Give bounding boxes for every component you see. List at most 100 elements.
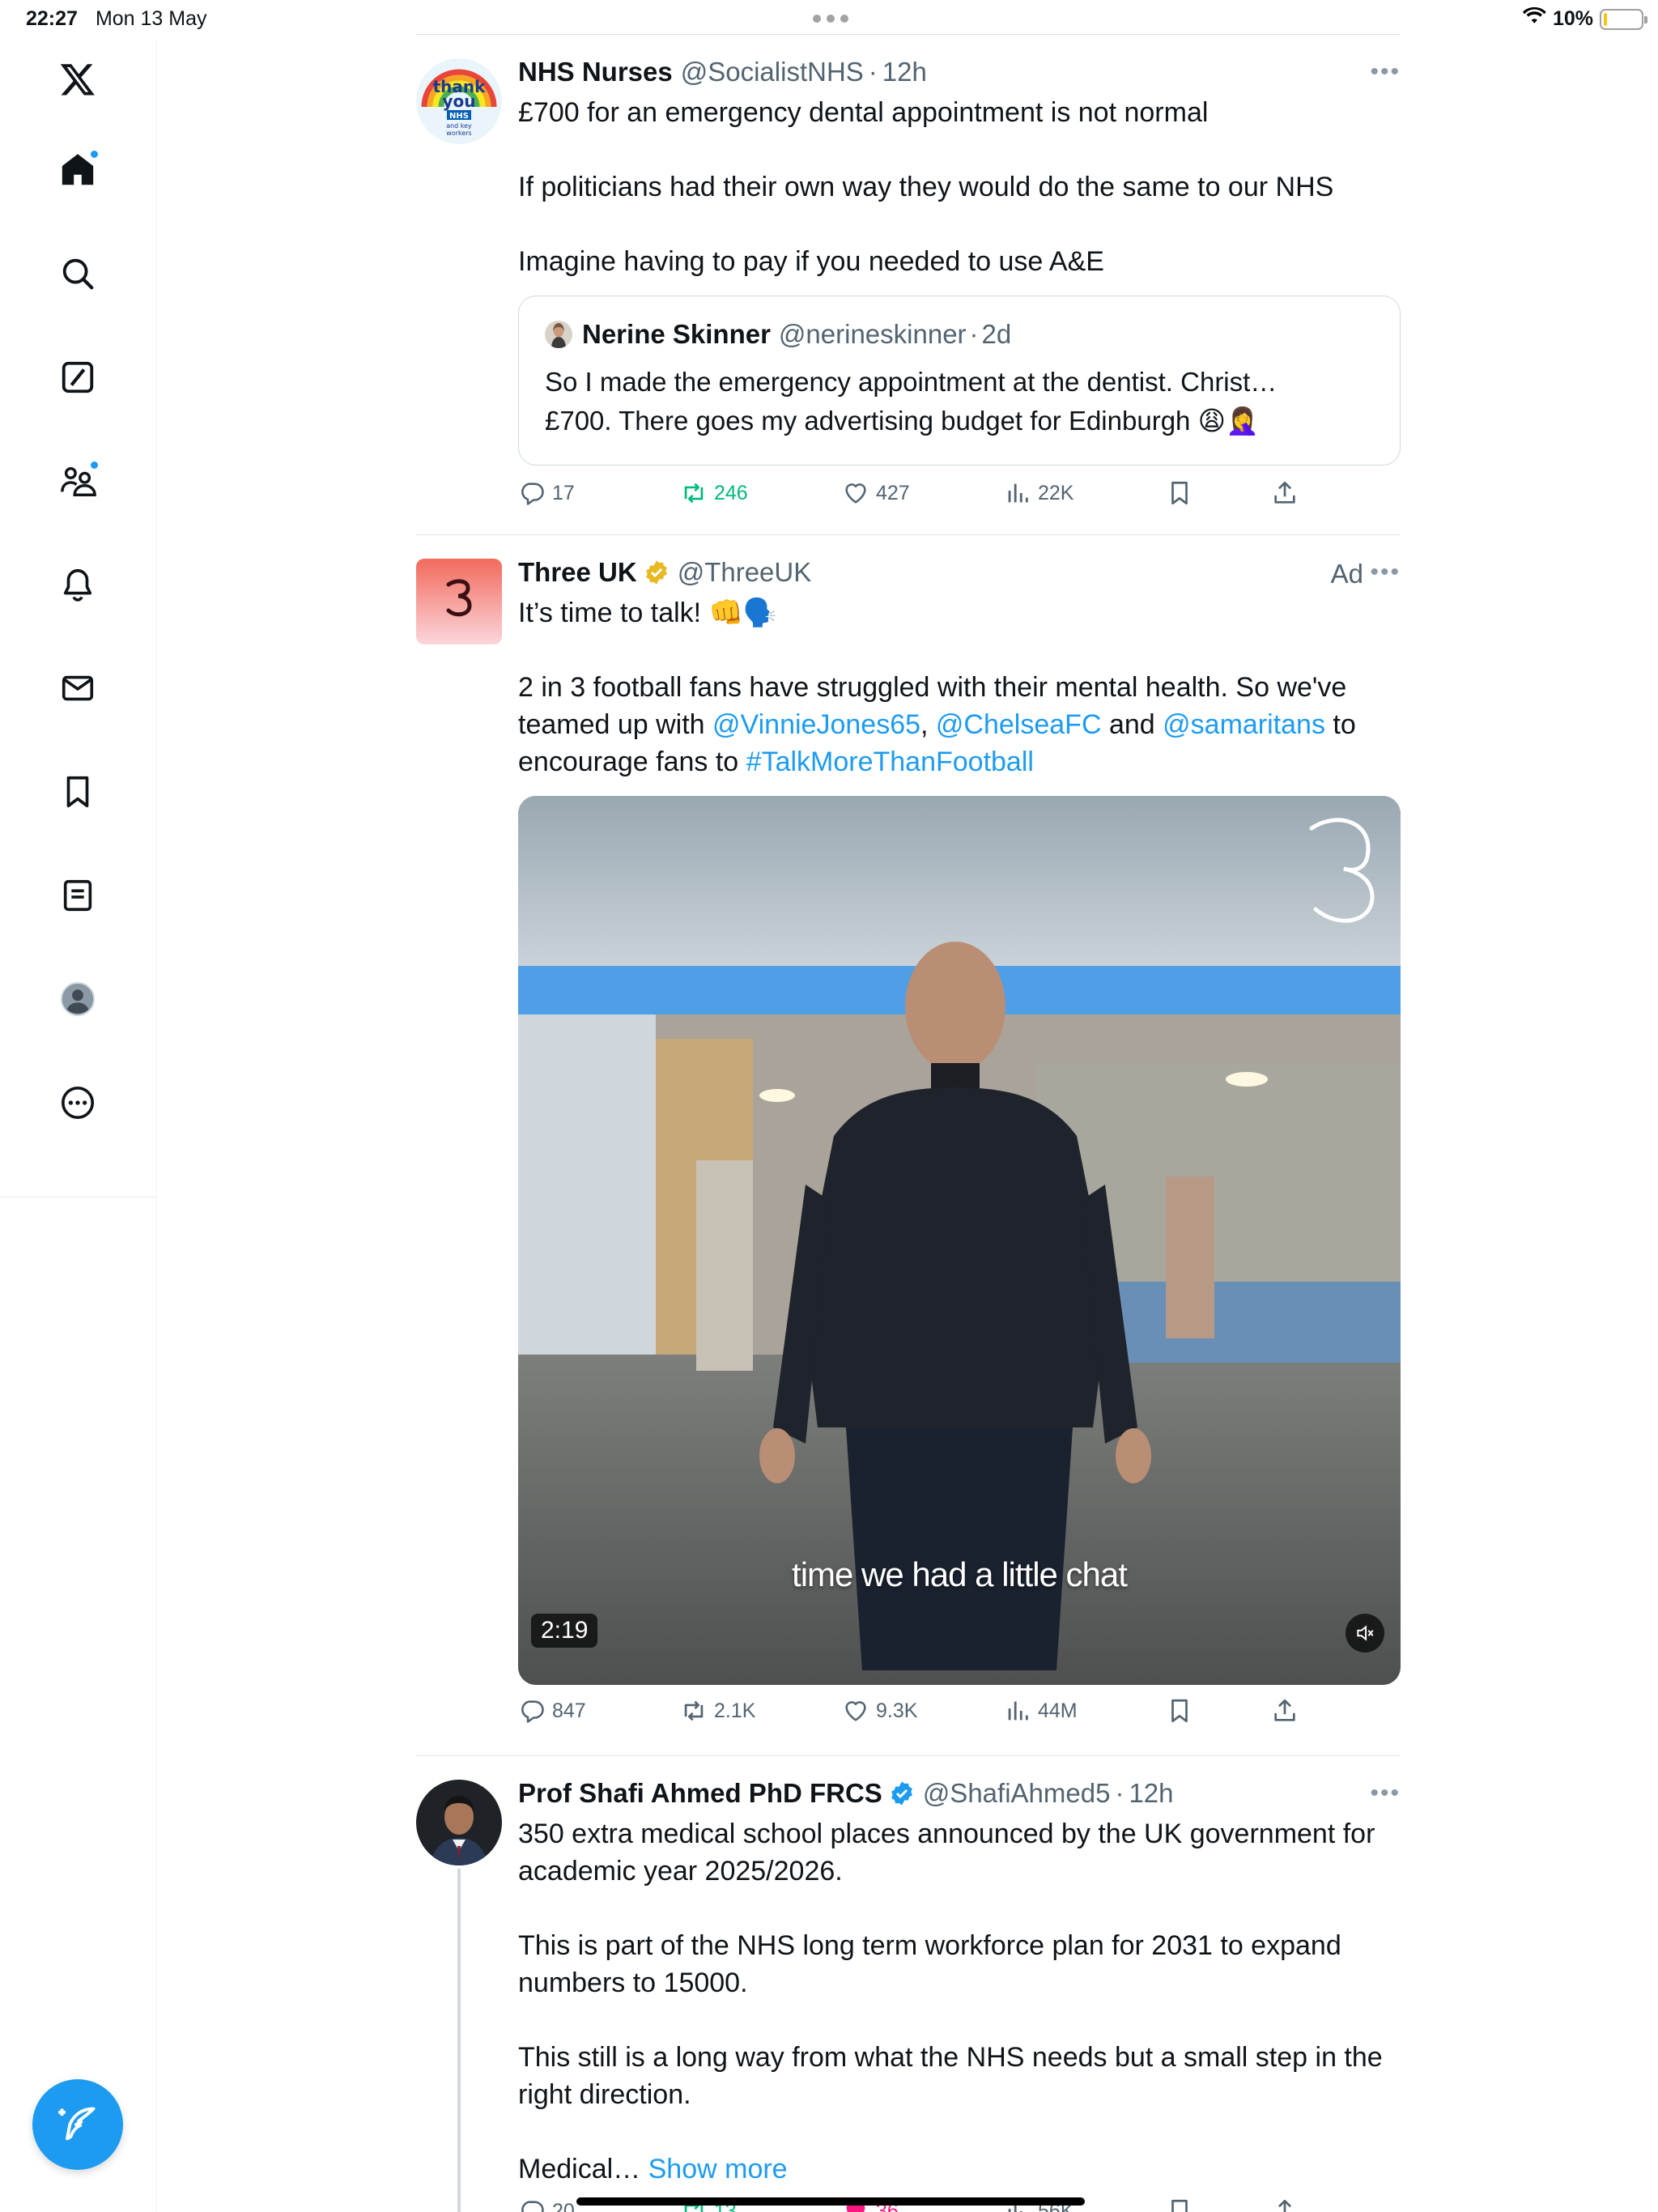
envelope-icon[interactable] <box>53 664 102 713</box>
bookmark-icon <box>1171 481 1188 505</box>
reply-icon <box>521 1700 544 1723</box>
home-icon[interactable] <box>53 146 102 194</box>
post-time[interactable]: 12h <box>1129 1778 1173 1809</box>
author-handle[interactable]: @ShafiAhmed5 <box>923 1778 1111 1809</box>
post-text-segment: and <box>1108 709 1155 740</box>
bookmark-button[interactable] <box>1166 479 1193 507</box>
more-options-icon[interactable]: ••• <box>1370 559 1401 586</box>
reply-icon <box>521 483 544 505</box>
bookmark-button[interactable] <box>1166 2197 1193 2212</box>
wifi-icon <box>1522 6 1546 32</box>
more-options-icon[interactable]: ••• <box>1370 58 1401 86</box>
reply-button[interactable]: 17 <box>518 479 575 507</box>
home-indicator[interactable] <box>576 2197 1085 2206</box>
home-notification-dot <box>89 149 100 160</box>
author-handle[interactable]: @ThreeUK <box>678 557 812 588</box>
quote-line: £700. There goes my advertising budget f… <box>545 406 1260 436</box>
post-line: This is part of the NHS long term workfo… <box>518 1930 1341 1961</box>
like-count: 427 <box>876 481 910 504</box>
author-name[interactable]: Three UK <box>518 557 637 588</box>
share-button[interactable] <box>1271 1697 1299 1725</box>
gold-verified-icon <box>645 560 667 585</box>
views-count: 44M <box>1038 1699 1078 1722</box>
quote-avatar <box>545 321 572 348</box>
author-handle[interactable]: @SocialistNHS <box>681 57 864 87</box>
views-icon <box>1008 483 1028 503</box>
post-line: It’s time to talk! 👊🗣️ <box>518 598 778 628</box>
quote-time: 2d <box>981 319 1012 349</box>
post-line: Imagine having to pay if you needed to u… <box>518 246 1104 277</box>
more-options-icon[interactable]: ••• <box>1370 1780 1401 1807</box>
compose-button[interactable] <box>32 2079 123 2170</box>
profile-icon[interactable] <box>53 975 102 1023</box>
list-icon[interactable] <box>53 871 102 920</box>
svg-text:NHS: NHS <box>449 112 469 121</box>
share-icon <box>1274 481 1295 504</box>
communities-notification-dot <box>89 460 100 470</box>
post-line: academic year 2025/2026. <box>518 1856 843 1887</box>
timeline-feed: thank you NHS and key workers NHS Nurses… <box>416 0 1401 2212</box>
post-text: It’s time to talk! 👊🗣️ 2 in 3 football f… <box>518 594 1401 781</box>
post-line: 2 in 3 football fans have struggled with… <box>518 672 1347 703</box>
repost-icon <box>684 483 704 504</box>
bookmark-icon[interactable] <box>53 768 102 816</box>
views-button[interactable]: 22K <box>1004 479 1073 507</box>
mute-button[interactable] <box>1346 1614 1384 1653</box>
video-frame <box>518 796 1401 1685</box>
x-logo-icon[interactable] <box>53 55 102 104</box>
repost-count: 2.1K <box>714 1699 756 1722</box>
thread-line <box>457 1869 461 2212</box>
bookmark-button[interactable] <box>1166 1697 1193 1725</box>
video-duration: 2:19 <box>531 1614 598 1648</box>
post-text: 350 extra medical school places announce… <box>518 1815 1401 2188</box>
mention-link[interactable]: @samaritans <box>1163 709 1325 740</box>
hashtag-link[interactable]: #TalkMoreThanFootball <box>746 747 1034 777</box>
app-window: 22:27 Mon 13 May 10% thank you NHS and k… <box>0 0 1658 2212</box>
reply-icon <box>521 2201 544 2212</box>
views-count: 22K <box>1038 481 1074 504</box>
share-button[interactable] <box>1271 2197 1299 2212</box>
mention-link[interactable]: @VinnieJones65 <box>712 709 920 740</box>
post-divider <box>416 534 1401 535</box>
post-line: 350 extra medical school places announce… <box>518 1819 1375 1849</box>
sidebar <box>0 39 157 2212</box>
author-name[interactable]: NHS Nurses <box>518 57 673 87</box>
grok-icon[interactable] <box>53 353 102 402</box>
share-button[interactable] <box>1271 479 1299 507</box>
post-time[interactable]: 12h <box>882 57 927 87</box>
search-icon[interactable] <box>53 249 102 298</box>
avatar[interactable] <box>416 559 502 644</box>
show-more-link[interactable]: Show more <box>648 2154 788 2184</box>
post-text: £700 for an emergency dental appointment… <box>518 94 1401 280</box>
bell-icon[interactable] <box>53 560 102 609</box>
repost-button[interactable]: 2.1K <box>680 1697 755 1725</box>
repost-button[interactable]: 246 <box>680 479 748 507</box>
punctuation: , <box>920 709 929 740</box>
more-circle-icon[interactable] <box>53 1078 102 1127</box>
mention-link[interactable]: @ChelseaFC <box>936 709 1102 740</box>
avatar[interactable] <box>416 1780 502 1865</box>
avatar[interactable]: thank you NHS and key workers <box>416 58 502 144</box>
svg-text:you: you <box>442 91 475 111</box>
like-button[interactable]: 427 <box>842 479 910 507</box>
battery-percent: 10% <box>1552 7 1593 30</box>
post-divider <box>416 34 1401 35</box>
post-line: If politicians had their own way they wo… <box>518 172 1334 202</box>
reply-button[interactable]: 847 <box>518 1697 586 1725</box>
views-button[interactable]: 44M <box>1004 1697 1078 1725</box>
verified-badge-icon <box>891 1781 912 1806</box>
post-text-segment: Medical… <box>518 2154 641 2184</box>
post-actions: 847 2.1K 9.3K 44M <box>518 1697 1401 1729</box>
post-text-segment: encourage fans to <box>518 747 739 777</box>
post-line: £700 for an emergency dental appointment… <box>518 97 1209 128</box>
like-button[interactable]: 9.3K <box>842 1697 917 1725</box>
author-name[interactable]: Prof Shafi Ahmed PhD FRCS <box>518 1778 882 1809</box>
ad-label: Ad <box>1330 559 1363 589</box>
battery-icon <box>1600 8 1647 30</box>
reply-button[interactable]: 20 <box>518 2197 575 2212</box>
bookmark-icon <box>1171 1699 1188 1723</box>
post-line: This still is a long way from what the N… <box>518 2042 1383 2073</box>
video-player[interactable]: time we had a little chat 2:19 <box>518 796 1401 1685</box>
communities-icon[interactable] <box>53 457 102 505</box>
quoted-post[interactable]: Nerine Skinner @nerineskinner · 2d So I … <box>518 296 1401 466</box>
